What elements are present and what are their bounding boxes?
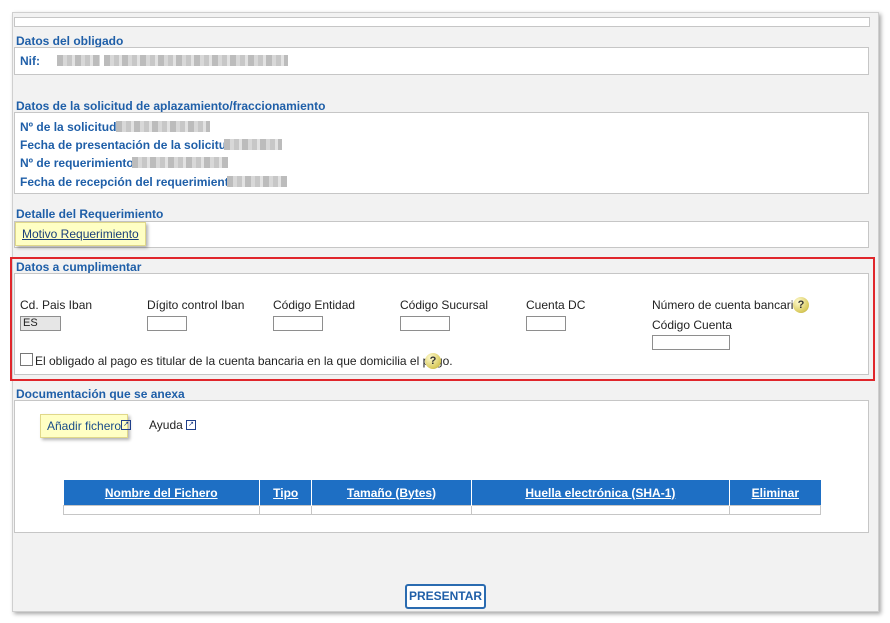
add-file-external-icon[interactable]: ↗ [121, 420, 131, 430]
num-solicitud-redacted [116, 121, 210, 132]
presentar-button[interactable]: PRESENTAR [405, 584, 486, 609]
codigo-entidad-input[interactable] [273, 316, 323, 331]
fecha-presentacion-label: Fecha de presentación de la solicitud: [20, 138, 238, 152]
table-cell [729, 505, 821, 515]
table-row [63, 505, 821, 515]
top-empty-box [14, 17, 870, 27]
fecha-recepcion-redacted [227, 176, 287, 187]
ayuda-external-icon[interactable]: ↗ [186, 420, 196, 430]
files-table: Nombre del Fichero Tipo Tamaño (Bytes) H… [63, 480, 821, 515]
codigo-sucursal-label: Código Sucursal [400, 298, 489, 312]
titular-checkbox[interactable] [20, 353, 33, 366]
ayuda-label: Ayuda [149, 418, 183, 432]
num-requerimiento-redacted [132, 157, 228, 168]
pais-iban-label: Cd. Pais Iban [20, 298, 93, 312]
pais-iban-input[interactable]: ES [20, 316, 61, 331]
add-file-button[interactable]: Añadir fichero [40, 414, 129, 438]
nif-label: Nif: [20, 54, 40, 68]
files-table-header-row: Nombre del Fichero Tipo Tamaño (Bytes) H… [63, 480, 821, 506]
detalle-section-title: Detalle del Requerimiento [16, 207, 164, 221]
codigo-cuenta-input[interactable] [652, 335, 730, 350]
ayuda-link[interactable]: Ayuda [149, 418, 183, 432]
cuenta-dc-label: Cuenta DC [526, 298, 586, 312]
codigo-sucursal-input[interactable] [400, 316, 450, 331]
fecha-recepcion-label: Fecha de recepción del requerimiento: [20, 175, 241, 189]
col-nombre-fichero[interactable]: Nombre del Fichero [63, 480, 260, 506]
fecha-presentacion-redacted [224, 139, 282, 150]
codigo-entidad-label: Código Entidad [273, 298, 356, 312]
titular-checkbox-label: El obligado al pago es titular de la cue… [35, 354, 453, 368]
titular-help-icon[interactable]: ? [425, 353, 441, 369]
documentacion-section-title: Documentación que se anexa [16, 387, 185, 401]
numero-cuenta-label: Número de cuenta bancaria [652, 298, 801, 312]
nif-value-redacted [57, 55, 100, 66]
num-requerimiento-label: Nº de requerimiento: [20, 156, 138, 170]
numero-cuenta-help-icon[interactable]: ? [793, 297, 809, 313]
solicitud-section-title: Datos de la solicitud de aplazamiento/fr… [16, 99, 326, 113]
name-value-redacted [104, 55, 288, 66]
num-solicitud-label: Nº de la solicitud: [20, 120, 121, 134]
col-tipo[interactable]: Tipo [259, 480, 313, 506]
col-eliminar[interactable]: Eliminar [729, 480, 821, 506]
digito-iban-input[interactable] [147, 316, 187, 331]
col-tamano[interactable]: Tamaño (Bytes) [311, 480, 472, 506]
cumplimentar-section-title: Datos a cumplimentar [16, 260, 142, 274]
digito-iban-label: Dígito control Iban [147, 298, 245, 312]
codigo-cuenta-label: Código Cuenta [652, 318, 733, 332]
motivo-requerimiento-link[interactable]: Motivo Requerimiento [15, 222, 146, 246]
table-cell [311, 505, 472, 515]
add-file-label: Añadir fichero [47, 419, 122, 433]
obligado-section-title: Datos del obligado [16, 34, 124, 48]
table-cell [258, 505, 313, 515]
table-cell [470, 505, 731, 515]
col-huella[interactable]: Huella electrónica (SHA-1) [471, 480, 731, 506]
cuenta-dc-input[interactable] [526, 316, 566, 331]
table-cell [63, 505, 260, 515]
